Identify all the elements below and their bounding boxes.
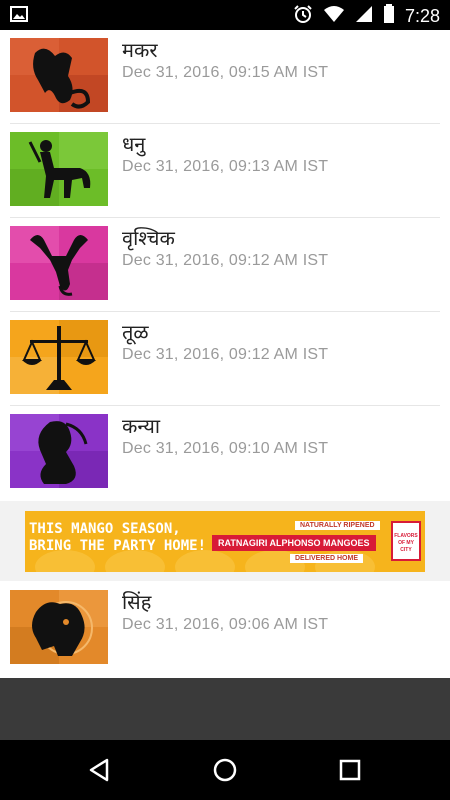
- home-icon[interactable]: [210, 755, 240, 785]
- ad-tag-product: RATNAGIRI ALPHONSO MANGOES: [212, 535, 376, 551]
- list-item[interactable]: सिंह Dec 31, 2016, 09:06 AM IST: [0, 582, 450, 676]
- item-title: वृश्चिक: [122, 226, 175, 250]
- item-date: Dec 31, 2016, 09:10 AM IST: [122, 440, 329, 457]
- libra-thumbnail: [10, 320, 108, 394]
- clock-time: 7:28: [404, 5, 440, 26]
- item-title: मकर: [122, 38, 158, 62]
- item-date: Dec 31, 2016, 09:15 AM IST: [122, 64, 329, 81]
- list-item[interactable]: धनु Dec 31, 2016, 09:13 AM IST: [0, 124, 450, 218]
- item-title: तूळ: [122, 320, 149, 344]
- item-date: Dec 31, 2016, 09:12 AM IST: [122, 346, 329, 363]
- list-item[interactable]: तूळ Dec 31, 2016, 09:12 AM IST: [0, 312, 450, 406]
- signal-icon: [355, 5, 373, 27]
- ad-tag-delivered: DELIVERED HOME: [290, 554, 364, 563]
- list-item[interactable]: मकर Dec 31, 2016, 09:15 AM IST: [0, 30, 450, 124]
- back-icon[interactable]: [85, 755, 115, 785]
- ad-brand-logo: FLAVORS OF MY CITY: [391, 521, 421, 561]
- image-icon: [10, 6, 28, 26]
- item-title: धनु: [122, 132, 146, 156]
- ad-container: THIS MANGO SEASON, BRING THE PARTY HOME!…: [0, 501, 450, 581]
- capricorn-thumbnail: [10, 38, 108, 112]
- virgo-thumbnail: [10, 414, 108, 488]
- battery-icon: [383, 4, 395, 28]
- item-title: सिंह: [122, 590, 152, 614]
- ad-tag-ripened: NATURALLY RIPENED: [295, 521, 380, 530]
- ad-banner[interactable]: THIS MANGO SEASON, BRING THE PARTY HOME!…: [25, 511, 425, 572]
- recents-icon[interactable]: [335, 755, 365, 785]
- bottom-panel: [0, 678, 450, 740]
- wifi-icon: [323, 5, 345, 27]
- navigation-bar: [0, 740, 450, 800]
- ad-headline-line2: BRING THE PARTY HOME!: [29, 538, 207, 554]
- alarm-icon: [293, 4, 313, 28]
- item-title: कन्या: [122, 414, 161, 438]
- list-item[interactable]: कन्या Dec 31, 2016, 09:10 AM IST: [0, 406, 450, 500]
- ad-headline-line1: THIS MANGO SEASON,: [29, 521, 181, 537]
- scorpio-thumbnail: [10, 226, 108, 300]
- leo-thumbnail: [10, 590, 108, 664]
- item-date: Dec 31, 2016, 09:13 AM IST: [122, 158, 329, 175]
- item-date: Dec 31, 2016, 09:12 AM IST: [122, 252, 329, 269]
- list-item[interactable]: वृश्चिक Dec 31, 2016, 09:12 AM IST: [0, 218, 450, 312]
- sagittarius-thumbnail: [10, 132, 108, 206]
- status-bar: 7:28: [0, 0, 450, 30]
- item-date: Dec 31, 2016, 09:06 AM IST: [122, 616, 329, 633]
